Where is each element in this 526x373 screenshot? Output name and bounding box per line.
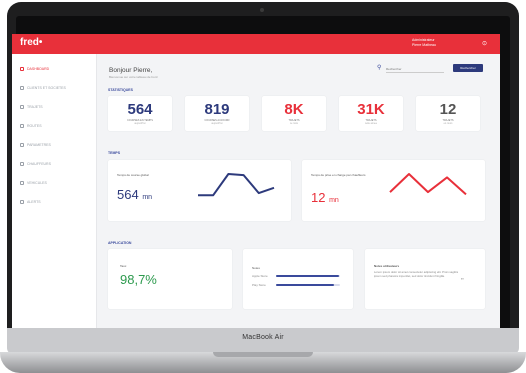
sparkline-chart-pickup xyxy=(389,173,467,196)
camera-icon xyxy=(260,8,264,12)
store-bar-fill xyxy=(276,284,334,286)
app-notes-card: Notes utilisateurs Lorem ipsum dolor sit… xyxy=(365,249,485,309)
app-screen: fred• Administrateur Pierre Matheau ⊙ DA… xyxy=(12,34,500,333)
search-icon: ⚲ xyxy=(377,65,382,71)
routes-icon xyxy=(20,124,24,128)
stat-sub: cette annee xyxy=(364,122,377,125)
stat-card: 31K TRAJETS cette annee xyxy=(339,96,403,131)
sidebar-item-label: CLIENTS ET SOCIETES xyxy=(27,86,66,90)
sparkline-chart-global xyxy=(198,173,275,197)
alerts-icon xyxy=(20,200,24,204)
stat-card: 819 COURSES AUJOURD aujourd'hui xyxy=(185,96,249,131)
sidebar-item-trajets[interactable]: TRAJETS xyxy=(20,105,43,109)
stat-value: 564 xyxy=(127,101,153,118)
section-label-application: APPLICATION xyxy=(108,241,132,245)
sidebar-item-clients[interactable]: CLIENTS ET SOCIETES xyxy=(20,86,66,90)
laptop-chin: MacBook Air xyxy=(7,328,519,354)
stat-card: 8K TRAJETS ce mois xyxy=(262,96,326,131)
trajets-icon xyxy=(20,105,24,109)
stat-value: 12 xyxy=(439,101,457,118)
vehicules-icon xyxy=(20,181,24,185)
stat-card: 12 TRAJETS en cours xyxy=(416,96,480,131)
search-button[interactable]: Rechercher xyxy=(453,64,483,72)
sidebar-item-label: DASHBOARD xyxy=(27,67,50,71)
top-bar: fred• Administrateur Pierre Matheau ⊙ xyxy=(12,34,500,54)
sidebar-item-label: ALERTS xyxy=(27,200,41,204)
laptop-notch xyxy=(213,352,313,357)
store-bar-track xyxy=(276,284,340,286)
sidebar-item-vehicules[interactable]: VEHICULES xyxy=(20,181,47,185)
stat-value: 819 xyxy=(204,101,230,118)
notes-card-text: Lorem ipsum dolor sit amet consectetur a… xyxy=(374,270,459,278)
app-store-card: Notes Apple Store Play Store xyxy=(243,249,353,309)
app-logo[interactable]: fred• xyxy=(20,37,42,48)
stat-value: 8K xyxy=(284,101,304,118)
section-label-statistics: STATISTIQUES xyxy=(108,88,133,92)
parametres-icon xyxy=(20,143,24,147)
store-bar-fill xyxy=(276,275,339,277)
quote-icon: ” xyxy=(461,277,464,286)
time-card-pickup: Temps de prise en charge par chauffeurs … xyxy=(302,160,485,221)
store-label: Apple Store xyxy=(252,274,268,278)
user-sub: Pierre Matheau xyxy=(412,43,436,47)
stat-sub: ce mois xyxy=(290,122,298,125)
notes-card-title: Notes utilisateurs xyxy=(374,264,400,268)
stat-card: 564 COURSES EN TEMPS aujourd'hui xyxy=(108,96,172,131)
sparkline-line xyxy=(198,173,275,197)
sidebar-item-label: PARAMETRES xyxy=(27,143,51,147)
time-card-global: Temps de course global 564 mn xyxy=(108,160,291,221)
user-menu-icon[interactable]: ⊙ xyxy=(482,40,487,47)
sidebar-item-label: ROUTES xyxy=(27,124,42,128)
search-input[interactable] xyxy=(386,65,444,73)
stat-sub: aujourd'hui xyxy=(211,122,223,125)
stat-sub: en cours xyxy=(443,122,453,125)
sidebar-item-parametres[interactable]: PARAMETRES xyxy=(20,143,51,147)
sidebar-item-dashboard[interactable]: DASHBOARD xyxy=(20,67,49,71)
sidebar-item-routes[interactable]: ROUTES xyxy=(20,124,42,128)
page-subtitle: Bienvenue sur votre tableau de bord xyxy=(109,75,158,79)
sidebar-item-label: VEHICULES xyxy=(27,181,47,185)
dashboard-icon xyxy=(20,67,24,71)
sparkline-line xyxy=(389,173,467,196)
store-card-title: Notes xyxy=(252,266,260,270)
stat-sub: aujourd'hui xyxy=(134,122,146,125)
app-rate-card: Taux 98,7% xyxy=(108,249,232,309)
store-bar-track xyxy=(276,275,340,277)
logo-mark-icon: • xyxy=(38,37,43,48)
sidebar-item-chauffeurs[interactable]: CHAUFFEURS xyxy=(20,162,51,166)
sidebar-item-label: CHAUFFEURS xyxy=(27,162,51,166)
section-label-times: TEMPS xyxy=(108,151,121,155)
sidebar: DASHBOARD CLIENTS ET SOCIETES TRAJETS RO… xyxy=(12,54,97,333)
store-label: Play Store xyxy=(252,283,266,287)
main-content: Bonjour Pierre, Bienvenue sur votre tabl… xyxy=(96,54,500,333)
rate-value: 98,7% xyxy=(120,272,157,287)
stat-value: 31K xyxy=(357,101,385,118)
logo-text: fred xyxy=(20,37,39,48)
sidebar-item-label: TRAJETS xyxy=(27,105,43,109)
device-label: MacBook Air xyxy=(242,334,284,341)
user-info[interactable]: Administrateur Pierre Matheau xyxy=(412,38,436,48)
page-title: Bonjour Pierre, xyxy=(109,67,153,74)
clients-icon xyxy=(20,86,24,90)
sidebar-item-alerts[interactable]: ALERTS xyxy=(20,200,41,204)
rate-label: Taux xyxy=(120,264,127,268)
chauffeurs-icon xyxy=(20,162,24,166)
